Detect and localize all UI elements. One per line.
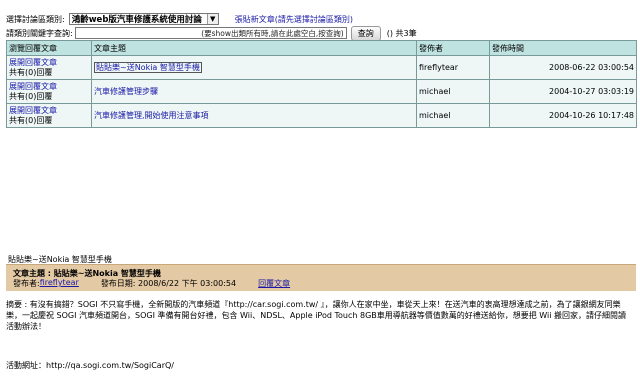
table-header: 瀏覽回覆文章 文章主題 發佈者 發佈時間 [6,40,637,56]
article-author: michael [416,79,490,104]
search-button[interactable]: 查詢 [350,25,381,41]
table-row: 展開回覆文章 共有(0)回覆 汽車修護管理,開始使用注意事項 michael 2… [6,103,637,128]
expand-replies-link[interactable]: 展開回覆文章 [9,82,89,92]
expand-replies-link[interactable]: 展開回覆文章 [9,106,89,116]
author-label: 發布者: [13,279,40,288]
row-subject-cell: 貼貼樂~送Nokia 智慧型手機 [91,55,417,80]
article-subject-link[interactable]: 汽車修護管理步驟 [94,87,158,96]
category-label: 選擇討論區類別: [6,14,65,24]
column-header: 瀏覽回覆文章 [6,40,92,56]
article-table: 瀏覽回覆文章 文章主題 發佈者 發佈時間 展開回覆文章 共有(0)回覆 貼貼樂~… [6,40,637,128]
article-author: fireflytear [416,55,490,80]
publish-date: 發布日期: 2008/6/22 下午 03:00:54 [100,279,237,288]
reply-count: 共有(0)回覆 [9,115,53,125]
row-expand-cell: 展開回覆文章 共有(0)回覆 [6,55,92,80]
table-row: 展開回覆文章 共有(0)回覆 貼貼樂~送Nokia 智慧型手機 fireflyt… [6,55,637,80]
reply-count: 共有(0)回覆 [9,91,53,101]
search-input[interactable]: (要show出類所有時,請在此處空白,按查詢) [74,27,347,39]
search-row: 請類別關鍵字查詢: (要show出類所有時,請在此處空白,按查詢) 查詢 () … [6,25,636,41]
article-summary: 摘要 : 有沒有搞錯？SOGI 不只寫手機，全新開版的汽車頻道『http://c… [6,300,627,331]
event-url: 活動網址：http://qa.sogi.com.tw/SogiCarQ/ [6,361,174,370]
search-input-value: (要show出類所有時,請在此處空白,按查詢) [201,28,344,38]
category-row: 選擇討論區類別: 鴻齡web版汽車修護系統使用討論 ▼ 張貼新文章(請先選擇討論… [6,12,636,26]
search-label: 請類別關鍵字查詢: [6,28,73,38]
reply-article-link[interactable]: 回覆文章 [258,278,290,289]
table-row: 展開回覆文章 共有(0)回覆 汽車修護管理步驟 michael 2004-10-… [6,79,637,104]
row-subject-cell: 汽車修護管理步驟 [91,79,417,104]
article-subject-link[interactable]: 貼貼樂~送Nokia 智慧型手機 [94,62,202,73]
column-header: 發佈者 [416,40,490,56]
chevron-down-icon[interactable]: ▼ [206,14,218,24]
row-expand-cell: 展開回覆文章 共有(0)回覆 [6,103,92,128]
article-detail-header: 文章主題 : 貼貼樂~送Nokia 智慧型手機 發布者: fireflytear… [6,264,636,291]
article-subject-link[interactable]: 汽車修護管理,開始使用注意事項 [94,111,209,120]
expand-replies-link[interactable]: 展開回覆文章 [9,58,89,68]
result-count: () 共3筆 [386,28,417,38]
row-expand-cell: 展開回覆文章 共有(0)回覆 [6,79,92,104]
article-meta: 發布者: fireflytear 發布日期: 2008/6/22 下午 03:0… [13,278,290,289]
reply-count: 共有(0)回覆 [9,67,53,77]
column-header: 發佈時間 [489,40,637,56]
author-link[interactable]: fireflytear [40,278,79,289]
article-author: michael [416,103,490,128]
article-date: 2004-10-26 10:17:48 [489,103,637,128]
row-subject-cell: 汽車修護管理,開始使用注意事項 [91,103,417,128]
post-new-link[interactable]: 張貼新文章(請先選擇討論區類別) [235,14,353,25]
article-date: 2004-10-27 03:03:19 [489,79,637,104]
category-select[interactable]: 鴻齡web版汽車修護系統使用討論 ▼ [68,13,219,25]
category-select-value: 鴻齡web版汽車修護系統使用討論 [71,15,202,25]
column-header: 文章主題 [91,40,417,56]
article-date: 2008-06-22 03:00:54 [489,55,637,80]
